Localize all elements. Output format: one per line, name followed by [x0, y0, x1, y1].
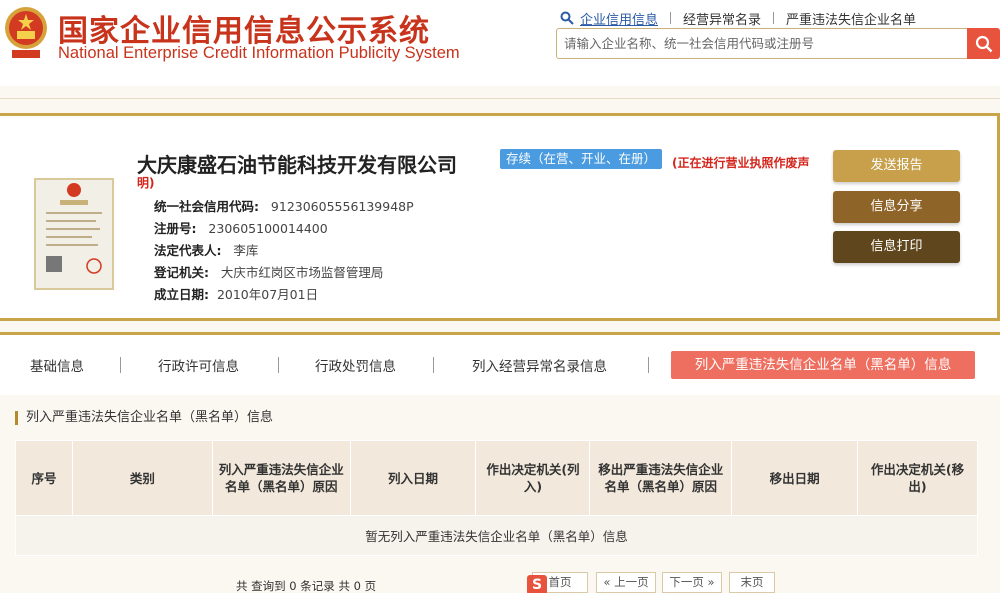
col-remove-authority: 作出决定机关(移出): [857, 440, 978, 516]
tab-separator: [278, 357, 279, 373]
blacklist-table: 序号 类别 列入严重违法失信企业名单（黑名单）原因 列入日期 作出决定机关(列入…: [15, 440, 978, 556]
header-divider: [0, 98, 1000, 99]
tab-separator: [648, 357, 649, 373]
sohu-input-icon[interactable]: S: [527, 575, 547, 593]
tab-basic-info[interactable]: 基础信息: [30, 355, 84, 375]
pager-info: 共 查询到 0 条记录 共 0 页: [236, 579, 377, 593]
info-legal-rep: 法定代表人: 李库: [154, 243, 259, 258]
next-page-button[interactable]: 下一页 »: [662, 572, 722, 593]
share-info-button[interactable]: 信息分享: [833, 191, 960, 223]
col-index: 序号: [15, 440, 73, 516]
empty-message: 暂无列入严重违法失信企业名单（黑名单）信息: [15, 515, 978, 556]
company-name: 大庆康盛石油节能科技开发有限公司: [137, 153, 457, 177]
search-icon: [975, 35, 992, 52]
magnifier-icon: [560, 11, 574, 25]
nav-separator: [773, 12, 775, 24]
col-list-authority: 作出决定机关(列入): [475, 440, 591, 516]
tab-admin-license[interactable]: 行政许可信息: [158, 355, 239, 375]
tab-separator: [433, 357, 434, 373]
info-reg-number: 注册号: 230605100014400: [154, 221, 328, 236]
site-header: 国家企业信用信息公示系统 National Enterprise Credit …: [0, 0, 1000, 86]
tab-bar: 基础信息 行政许可信息 行政处罚信息 列入经营异常名录信息 列入严重违法失信企业…: [0, 335, 1000, 395]
tab-admin-penalty[interactable]: 行政处罚信息: [315, 355, 396, 375]
national-emblem-icon: [5, 7, 47, 58]
info-reg-authority: 登记机关: 大庆市红岗区市场监督管理局: [154, 265, 384, 280]
tab-blacklist[interactable]: 列入严重违法失信企业名单（黑名单）信息: [671, 351, 975, 379]
col-list-date: 列入日期: [349, 440, 477, 516]
tab-abnormal-list[interactable]: 列入经营异常名录信息: [472, 355, 607, 375]
last-page-button[interactable]: 末页: [729, 572, 775, 593]
top-nav: 企业信用信息 经营异常名录 严重违法失信企业名单: [560, 9, 916, 28]
business-license-image: [34, 178, 114, 290]
info-credit-code: 统一社会信用代码: 91230605556139948P: [154, 199, 414, 214]
nav-link-credit-info[interactable]: 企业信用信息: [580, 9, 658, 28]
table-row: 暂无列入严重违法失信企业名单（黑名单）信息: [15, 515, 978, 556]
company-summary-panel: 大庆康盛石油节能科技开发有限公司 存续（在营、开业、在册） (正在进行营业执照作…: [0, 113, 1000, 321]
nav-separator: [670, 12, 672, 24]
col-remove-reason: 移出严重违法失信企业名单（黑名单）原因: [589, 440, 733, 516]
col-list-reason: 列入严重违法失信企业名单（黑名单）原因: [211, 440, 351, 516]
section-title: 列入严重违法失信企业名单（黑名单）信息: [15, 411, 273, 425]
license-void-notice: (正在进行营业执照作废声: [672, 156, 810, 170]
status-badge: 存续（在营、开业、在册）: [500, 149, 663, 169]
prev-page-button[interactable]: « 上一页: [596, 572, 656, 593]
info-est-date: 成立日期: 2010年07月01日: [154, 287, 319, 302]
col-category: 类别: [71, 440, 213, 516]
print-info-button[interactable]: 信息打印: [833, 231, 960, 263]
tab-separator: [120, 357, 121, 373]
search-button[interactable]: [967, 28, 1000, 59]
nav-link-blacklist[interactable]: 严重违法失信企业名单: [786, 9, 916, 28]
search-input[interactable]: 请输入企业名称、统一社会信用代码或注册号: [556, 28, 968, 59]
nav-link-abnormal-list[interactable]: 经营异常名录: [683, 9, 761, 28]
table-header-row: 序号 类别 列入严重违法失信企业名单（黑名单）原因 列入日期 作出决定机关(列入…: [15, 440, 978, 516]
site-title-en: National Enterprise Credit Information P…: [58, 44, 460, 62]
license-void-notice-cont: 明): [137, 176, 155, 190]
send-report-button[interactable]: 发送报告: [833, 150, 960, 182]
col-remove-date: 移出日期: [731, 440, 859, 516]
info-tabs-panel: 基础信息 行政许可信息 行政处罚信息 列入经营异常名录信息 列入严重违法失信企业…: [0, 332, 1000, 593]
